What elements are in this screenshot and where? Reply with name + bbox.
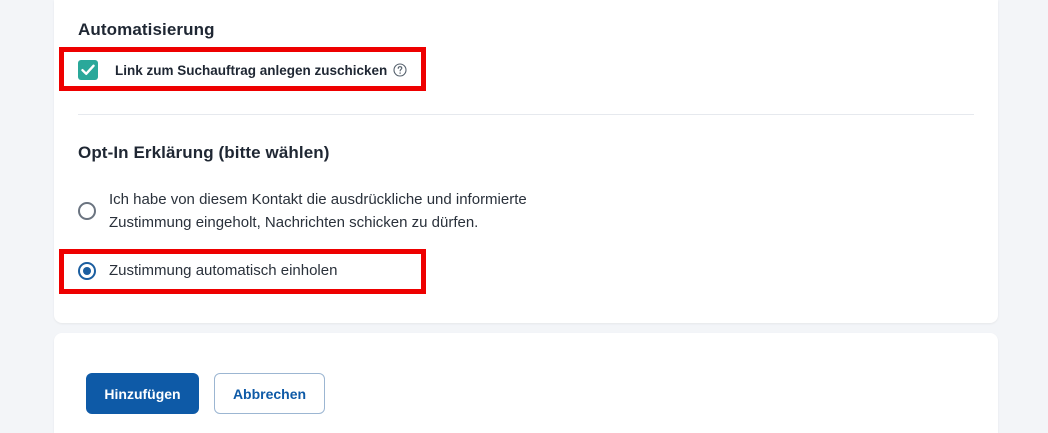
optin-option-manual[interactable]: Ich habe von diesem Kontakt die ausdrück… [78, 188, 527, 234]
optin-option-manual-label: Ich habe von diesem Kontakt die ausdrück… [109, 188, 527, 234]
section-divider [78, 114, 974, 115]
add-button[interactable]: Hinzufügen [86, 373, 199, 414]
optin-option-manual-line1: Ich habe von diesem Kontakt die ausdrück… [109, 191, 527, 208]
optin-section-title: Opt-In Erklärung (bitte wählen) [78, 143, 330, 162]
radio-unselected-icon[interactable] [78, 202, 96, 220]
automation-section-title: Automatisierung [78, 20, 215, 39]
optin-option-manual-line2: Zustimmung eingeholt, Nachrichten schick… [109, 214, 479, 231]
highlight-box-checkbox [59, 47, 426, 91]
highlight-box-radio [59, 249, 426, 294]
cancel-button[interactable]: Abbrechen [214, 373, 325, 414]
